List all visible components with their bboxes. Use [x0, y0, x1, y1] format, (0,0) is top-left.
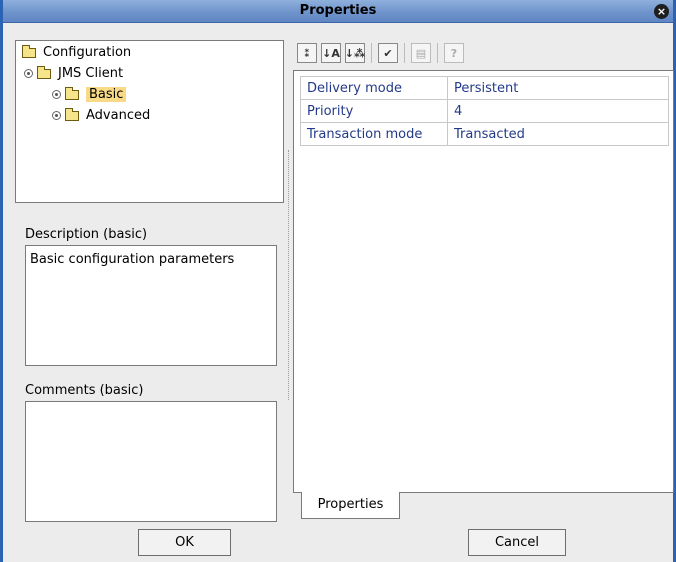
property-value[interactable]: Persistent — [447, 76, 669, 100]
view-icon[interactable]: ▤ — [411, 43, 431, 63]
ok-button[interactable]: OK — [138, 529, 231, 556]
sort-alpha-icon[interactable]: ↓A — [321, 43, 341, 63]
folder-icon — [22, 44, 36, 58]
expand-toggle-icon[interactable] — [52, 111, 61, 120]
toolbar-separator — [404, 43, 405, 63]
tree-item-jms-client[interactable]: JMS Client — [24, 64, 123, 83]
description-label: Description (basic) — [25, 227, 148, 242]
tree-item-label: Basic — [86, 87, 127, 102]
splitter-handle[interactable] — [288, 150, 291, 400]
toolbar-separator — [371, 43, 372, 63]
window-title: Properties — [299, 3, 377, 18]
folder-icon — [37, 65, 51, 79]
toolbar-separator — [437, 43, 438, 63]
property-key: Delivery mode — [300, 76, 448, 100]
property-value[interactable]: Transacted — [447, 122, 669, 146]
properties-dialog: Properties × Configuration JMS Client Ba… — [0, 0, 676, 562]
tree-item-basic[interactable]: Basic — [52, 85, 127, 104]
expand-toggle-icon[interactable] — [24, 69, 33, 78]
table-row[interactable]: Priority 4 — [300, 99, 669, 123]
property-key: Transaction mode — [300, 122, 448, 146]
filter-icon[interactable]: ✔ — [378, 43, 398, 63]
tab-properties[interactable]: Properties — [301, 492, 400, 519]
configuration-tree[interactable]: Configuration JMS Client Basic Advanced — [15, 40, 284, 203]
comments-field[interactable] — [25, 401, 277, 522]
expand-toggle-icon[interactable] — [52, 90, 61, 99]
tree-item-advanced[interactable]: Advanced — [52, 106, 150, 125]
description-box: Basic configuration parameters — [25, 245, 277, 366]
help-icon[interactable]: ? — [444, 43, 464, 63]
folder-icon — [65, 86, 79, 100]
description-text: Basic configuration parameters — [30, 252, 235, 267]
folder-icon — [65, 107, 79, 121]
property-grid: Delivery mode Persistent Priority 4 Tran… — [300, 76, 669, 146]
sort-properties-icon[interactable]: ↓⁂ — [345, 43, 365, 63]
property-toolbar: ⁑ ↓A ↓⁂ ✔ ▤ ? — [297, 42, 464, 64]
property-key: Priority — [300, 99, 448, 123]
close-icon[interactable]: × — [654, 4, 669, 19]
property-value[interactable]: 4 — [447, 99, 669, 123]
cancel-button[interactable]: Cancel — [468, 529, 566, 556]
tree-item-label: Configuration — [43, 45, 132, 60]
properties-panel: Delivery mode Persistent Priority 4 Tran… — [293, 70, 674, 493]
title-bar[interactable]: Properties × — [3, 0, 673, 23]
sort-category-icon[interactable]: ⁑ — [297, 43, 317, 63]
table-row[interactable]: Delivery mode Persistent — [300, 76, 669, 100]
tree-item-label: Advanced — [86, 108, 151, 123]
tree-item-configuration[interactable]: Configuration — [22, 43, 131, 62]
tree-item-label: JMS Client — [58, 66, 124, 81]
table-row[interactable]: Transaction mode Transacted — [300, 122, 669, 146]
comments-label: Comments (basic) — [25, 383, 144, 398]
